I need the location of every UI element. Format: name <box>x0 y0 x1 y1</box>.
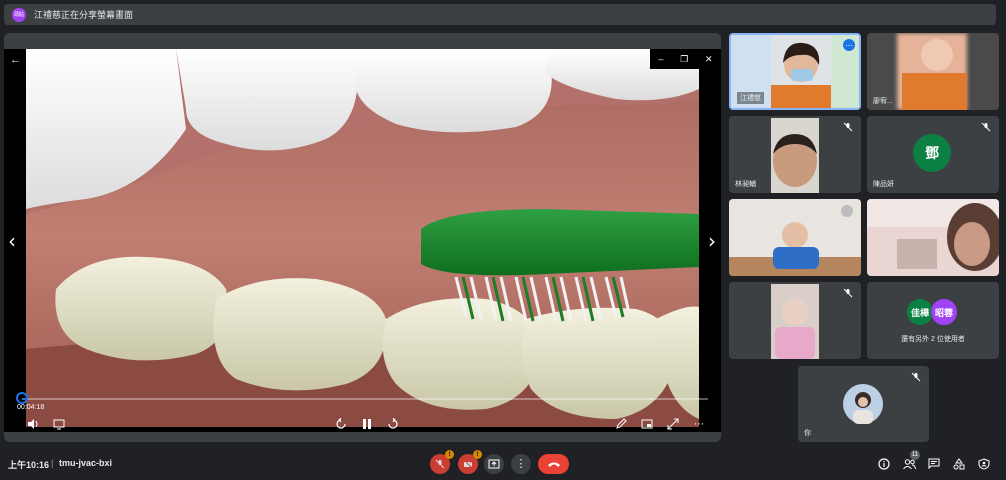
forward-30-icon[interactable] <box>386 417 400 431</box>
chat-button[interactable] <box>926 456 942 472</box>
phone-hangup-icon <box>547 462 560 467</box>
participant-video <box>729 282 861 359</box>
volume-icon[interactable] <box>26 417 40 431</box>
more-options-icon[interactable]: ⋯ <box>692 417 706 431</box>
others-label: 還有另外 2 位使用者 <box>901 336 965 343</box>
avatar: 昭蓉 <box>931 299 957 325</box>
time-label: 00:04:18 <box>17 404 45 411</box>
participant-tile[interactable] <box>867 199 999 276</box>
captions-icon[interactable] <box>52 417 66 431</box>
minimize-icon[interactable]: – <box>658 54 663 64</box>
self-avatar <box>843 384 883 424</box>
participant-video <box>729 199 861 276</box>
participant-video <box>867 199 999 276</box>
participant-name: 林昶輔 <box>735 181 756 188</box>
participant-name: 你 <box>804 430 811 437</box>
mic-off-icon <box>843 288 853 298</box>
mic-off-icon <box>911 372 921 382</box>
more-options-icon[interactable]: ⋯ <box>843 39 855 51</box>
camera-button[interactable]: ! <box>458 450 482 474</box>
video-player-controls: 00:04:18 ⋯ <box>4 381 721 432</box>
chat-icon <box>928 458 940 470</box>
participant-tile[interactable]: 鄧 陳品妍 <box>867 116 999 193</box>
avatar: 佳樺 <box>907 299 933 325</box>
mic-off-icon <box>843 122 853 132</box>
present-button[interactable] <box>484 454 504 474</box>
pen-icon[interactable] <box>614 417 628 431</box>
chevron-left-icon[interactable]: ‹ <box>8 229 16 253</box>
participant-tile[interactable]: 江禮慈 ⋯ <box>729 33 861 110</box>
clock: 上午10:16 <box>8 460 50 470</box>
presentation-header <box>4 33 721 47</box>
restore-icon[interactable]: ❐ <box>680 54 688 65</box>
more-vert-icon: ⋮ <box>515 457 527 470</box>
self-tile[interactable]: 你 <box>798 366 929 442</box>
close-icon[interactable]: ✕ <box>705 54 713 65</box>
progress-knob[interactable] <box>16 392 28 404</box>
participant-count: 11 <box>910 450 920 460</box>
rewind-10-icon[interactable] <box>334 417 348 431</box>
avatar: 鄧 <box>913 134 951 172</box>
separator: | <box>51 458 54 468</box>
activities-button[interactable] <box>951 456 967 472</box>
presenter-avatar: 頭貼 <box>12 7 26 22</box>
participant-tile[interactable]: 廖宥... <box>867 33 999 110</box>
chevron-right-icon[interactable]: › <box>708 229 716 253</box>
meeting-code: tmu-jvac-bxi <box>59 458 113 468</box>
video-frame <box>26 49 699 427</box>
mic-off-icon <box>435 459 445 469</box>
participant-name: 廖宥... <box>873 98 893 105</box>
picture-in-picture-icon[interactable] <box>640 417 654 431</box>
toothbrush-video <box>26 49 699 427</box>
warning-badge: ! <box>445 450 454 459</box>
participant-name: 陳品妍 <box>873 181 894 188</box>
present-screen-icon <box>488 459 500 469</box>
presenting-banner: 頭貼 江禮慈正在分享螢幕畫面 <box>4 4 996 25</box>
pause-icon[interactable] <box>360 417 374 431</box>
presentation-area: ← – ❐ ✕ ‹ › 00:04:18 ⋯ <box>4 33 721 442</box>
meeting-details-button[interactable] <box>876 456 892 472</box>
bottom-toolbar: 上午10:16 | tmu-jvac-bxi ! ! ⋮ 11 <box>0 448 1006 480</box>
participant-tile[interactable] <box>729 199 861 276</box>
activities-icon <box>953 458 965 470</box>
mic-off-icon <box>981 122 991 132</box>
leave-call-button[interactable] <box>538 454 569 474</box>
people-button[interactable]: 11 <box>901 450 920 472</box>
participant-tile[interactable]: 林昶輔 <box>729 116 861 193</box>
shared-screen[interactable]: ← – ❐ ✕ ‹ › 00:04:18 ⋯ <box>4 49 721 432</box>
camera-off-icon <box>463 459 473 469</box>
back-arrow-icon[interactable]: ← <box>10 54 21 66</box>
more-options-button[interactable]: ⋮ <box>511 454 531 474</box>
shield-icon <box>978 458 990 470</box>
presenting-text: 江禮慈正在分享螢幕畫面 <box>34 10 134 20</box>
host-controls-button[interactable] <box>976 456 992 472</box>
meet-window: 頭貼 江禮慈正在分享螢幕畫面 ← – ❐ ✕ ‹ › 00:04:18 ⋯ 江禮… <box>0 0 1006 480</box>
info-icon <box>878 458 890 470</box>
participant-tile[interactable] <box>729 282 861 359</box>
other-participants-tile[interactable]: 佳樺 昭蓉 還有另外 2 位使用者 <box>867 282 999 359</box>
warning-badge: ! <box>473 450 482 459</box>
fullscreen-icon[interactable] <box>666 417 680 431</box>
progress-bar[interactable] <box>22 398 708 400</box>
participant-name: 江禮慈 <box>737 92 764 104</box>
window-controls: – ❐ ✕ <box>650 49 721 69</box>
mic-button[interactable]: ! <box>430 450 454 474</box>
